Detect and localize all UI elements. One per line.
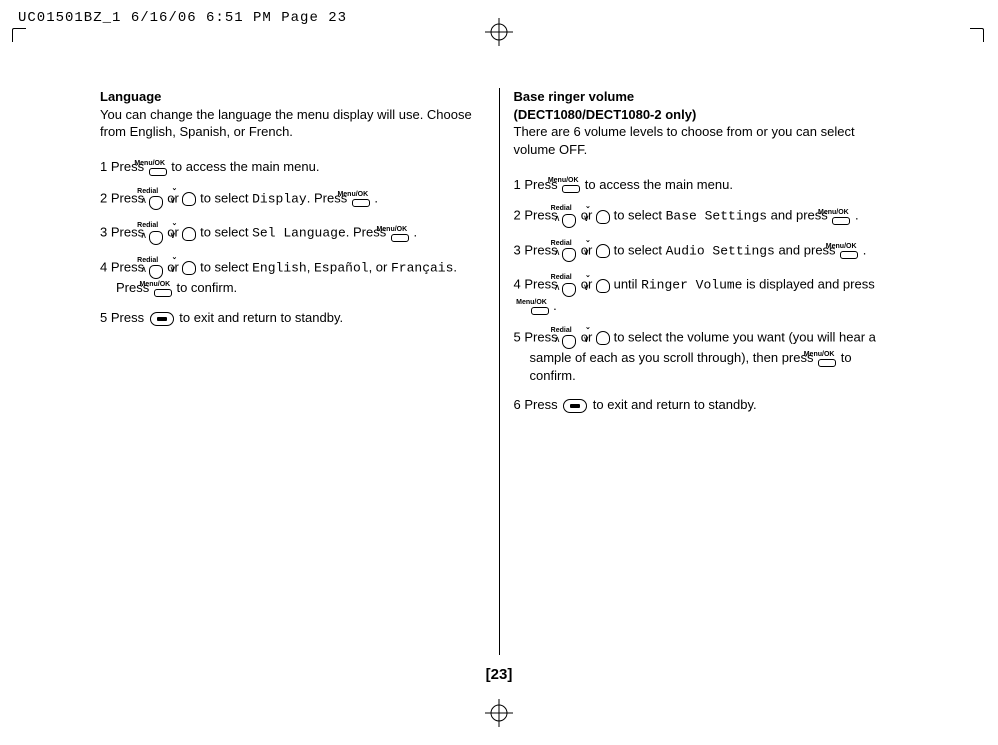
step-2: 2 Press Redial or ⌄ to select Base Setti… bbox=[514, 205, 899, 228]
column-divider bbox=[499, 88, 500, 655]
step-3: 3 Press Redial or ⌄ to select Sel Langua… bbox=[100, 222, 485, 245]
menu-ok-icon: Menu/OK bbox=[391, 226, 409, 242]
down-icon: ⌄ bbox=[596, 244, 610, 258]
crop-mark-tr bbox=[970, 28, 984, 42]
slug-header: UC01501BZ_1 6/16/06 6:51 PM Page 23 bbox=[18, 10, 347, 26]
redial-up-icon: Redial bbox=[149, 222, 163, 245]
end-call-icon bbox=[150, 312, 174, 326]
step-5: 5 Press to exit and return to standby. bbox=[100, 309, 485, 327]
down-icon: ⌄ bbox=[596, 279, 610, 293]
down-icon: ⌄ bbox=[182, 261, 196, 275]
section-title-language: Language bbox=[100, 88, 485, 106]
step-6: 6 Press to exit and return to standby. bbox=[514, 396, 899, 414]
redial-up-icon: Redial bbox=[149, 257, 163, 280]
section-intro: You can change the language the menu dis… bbox=[100, 106, 485, 141]
redial-up-icon: Redial bbox=[562, 240, 576, 263]
step-2: 2 Press Redial or ⌄ to select Display. P… bbox=[100, 188, 485, 211]
menu-ok-icon: Menu/OK bbox=[818, 351, 836, 367]
end-call-icon bbox=[563, 399, 587, 413]
menu-ok-icon: Menu/OK bbox=[352, 191, 370, 207]
menu-ok-icon: Menu/OK bbox=[562, 177, 580, 193]
section-intro: There are 6 volume levels to choose from… bbox=[514, 123, 899, 158]
redial-up-icon: Redial bbox=[562, 205, 576, 228]
step-1: 1 Press Menu/OK to access the main menu. bbox=[514, 176, 899, 194]
step-4: 4 Press Redial or ⌄ until Ringer Volume … bbox=[514, 274, 899, 314]
down-icon: ⌄ bbox=[596, 331, 610, 345]
menu-ok-icon: Menu/OK bbox=[149, 160, 167, 176]
menu-ok-icon: Menu/OK bbox=[154, 281, 172, 297]
redial-up-icon: Redial bbox=[562, 327, 576, 350]
menu-ok-icon: Menu/OK bbox=[840, 243, 858, 259]
step-1: 1 Press Menu/OK to access the main menu. bbox=[100, 158, 485, 176]
left-column: Language You can change the language the… bbox=[90, 88, 495, 655]
steps-list-right: 1 Press Menu/OK to access the main menu.… bbox=[514, 176, 899, 414]
step-5: 5 Press Redial or ⌄ to select the volume… bbox=[514, 327, 899, 385]
steps-list-left: 1 Press Menu/OK to access the main menu.… bbox=[100, 158, 485, 326]
redial-up-icon: Redial bbox=[149, 188, 163, 211]
crop-mark-tl bbox=[12, 28, 26, 42]
page-number: [23] bbox=[486, 666, 513, 683]
menu-ok-icon: Menu/OK bbox=[531, 299, 549, 315]
registration-mark-bottom bbox=[485, 699, 513, 727]
page-content: Language You can change the language the… bbox=[90, 88, 908, 655]
redial-up-icon: Redial bbox=[562, 274, 576, 297]
down-icon: ⌄ bbox=[596, 210, 610, 224]
step-4: 4 Press Redial or ⌄ to select English, E… bbox=[100, 257, 485, 297]
down-icon: ⌄ bbox=[182, 227, 196, 241]
section-subtitle: (DECT1080/DECT1080-2 only) bbox=[514, 106, 899, 124]
menu-ok-icon: Menu/OK bbox=[832, 209, 850, 225]
section-title-ringer: Base ringer volume bbox=[514, 88, 899, 106]
right-column: Base ringer volume (DECT1080/DECT1080-2 … bbox=[504, 88, 909, 655]
down-icon: ⌄ bbox=[182, 192, 196, 206]
registration-mark-top bbox=[485, 18, 513, 46]
step-3: 3 Press Redial or ⌄ to select Audio Sett… bbox=[514, 240, 899, 263]
